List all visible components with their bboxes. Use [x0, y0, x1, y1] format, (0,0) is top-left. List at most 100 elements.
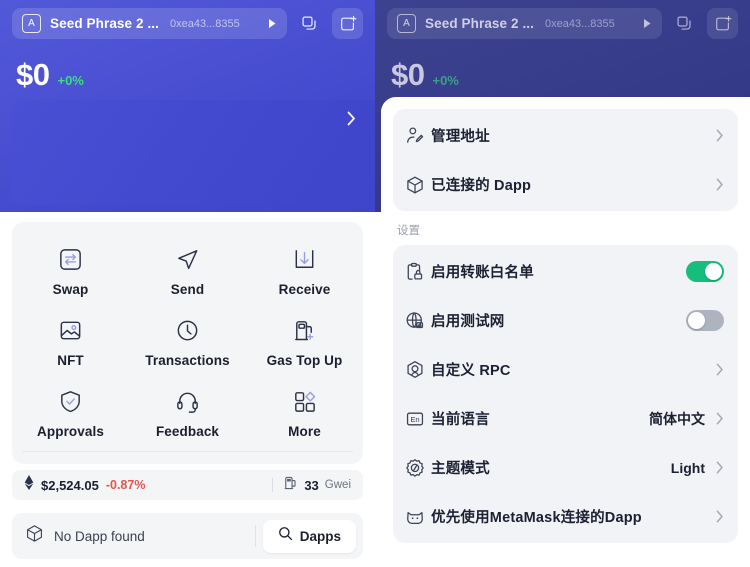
settings-item-label: 主题模式	[431, 461, 490, 477]
shield-check-icon	[57, 387, 84, 415]
settings-item-label: 启用转账白名单	[431, 265, 534, 281]
copy-button[interactable]	[669, 8, 700, 39]
receive-icon	[291, 245, 318, 273]
rpc-node-icon	[405, 360, 431, 380]
cube-icon	[25, 524, 44, 548]
action-label: Feedback	[155, 424, 220, 439]
action-swap[interactable]: Swap	[12, 236, 129, 307]
settings-group: 启用转账白名单 启用测试网 自定义 RPC En 当前语言 简体中文 主题模式 …	[393, 245, 738, 543]
divider	[272, 478, 274, 492]
price-status-bar[interactable]: $2,524.05 -0.87% 33 Gwei	[12, 470, 363, 500]
gas-value: 33	[304, 477, 319, 493]
chevron-right-icon	[716, 461, 724, 474]
gas-group: 33 Gwei	[284, 476, 351, 495]
settings-item-value: 简体中文	[649, 410, 705, 427]
caret-right-icon	[268, 18, 277, 29]
gas-unit: Gwei	[324, 479, 351, 491]
add-account-button[interactable]	[332, 8, 363, 39]
settings-item-label: 启用测试网	[431, 314, 505, 330]
balance-amount: $0	[16, 57, 50, 92]
nft-image-icon	[57, 316, 84, 344]
action-nft[interactable]: NFT	[12, 307, 129, 378]
search-icon	[278, 526, 293, 546]
settings-item-custom-rpc[interactable]: 自定义 RPC	[393, 345, 738, 394]
settings-sheet: 管理地址 已连接的 Dapp 设置 启用转账白名单 启用测试网 自定义 RPC …	[381, 97, 750, 567]
clock-icon	[174, 316, 201, 344]
account-selector[interactable]: A Seed Phrase 2 ... 0xea43...8355	[387, 8, 662, 39]
settings-item-label: 管理地址	[431, 129, 490, 145]
settings-item-manage-address[interactable]: 管理地址	[393, 111, 738, 160]
settings-item-testnet[interactable]: 启用测试网	[393, 296, 738, 345]
action-label: Gas Top Up	[266, 353, 343, 368]
action-receive[interactable]: Receive	[246, 236, 363, 307]
wallet-header: A Seed Phrase 2 ... 0xea43...8355 $0 +0%	[0, 0, 375, 212]
settings-item-connected-dapps[interactable]: 已连接的 Dapp	[393, 160, 738, 209]
settings-item-theme[interactable]: 主题模式 Light	[393, 443, 738, 492]
chevron-right-icon	[716, 178, 724, 191]
toggle-knob	[688, 312, 705, 329]
chevron-right-icon	[716, 363, 724, 376]
action-send[interactable]: Send	[129, 236, 246, 307]
ethereum-icon	[24, 475, 34, 495]
cube-icon	[405, 175, 431, 195]
action-label: Send	[170, 282, 205, 297]
action-feedback[interactable]: Feedback	[129, 378, 246, 449]
action-label: Swap	[52, 282, 89, 297]
headset-icon	[174, 387, 201, 415]
caret-right-icon	[643, 18, 652, 29]
account-group: 管理地址 已连接的 Dapp	[393, 109, 738, 211]
clipboard-lock-icon	[405, 262, 431, 282]
toggle-transfer-whitelist[interactable]	[686, 261, 724, 282]
account-address: 0xea43...8355	[170, 17, 240, 30]
action-approvals[interactable]: Approvals	[12, 378, 129, 449]
wallet-body: Swap Send Receive NFT Transactions Gas T…	[0, 212, 375, 567]
add-account-icon	[714, 15, 732, 33]
metamask-fox-icon	[405, 507, 431, 527]
copy-icon	[301, 15, 318, 32]
action-gas-top-up[interactable]: Gas Top Up	[246, 307, 363, 378]
account-selector[interactable]: A Seed Phrase 2 ... 0xea43...8355	[12, 8, 287, 39]
theme-sun-icon	[405, 458, 431, 478]
settings-item-value: Light	[670, 459, 705, 476]
add-account-button[interactable]	[707, 8, 738, 39]
settings-item-label: 自定义 RPC	[431, 363, 511, 379]
language-en-icon: En	[405, 409, 431, 429]
header-toolbar: A Seed Phrase 2 ... 0xea43...8355	[0, 0, 375, 39]
balance-amount: $0	[391, 57, 425, 92]
account-name: Seed Phrase 2 ...	[50, 16, 160, 31]
promo-banner[interactable]	[11, 100, 375, 205]
toggle-testnet[interactable]	[686, 310, 724, 331]
action-transactions[interactable]: Transactions	[129, 307, 246, 378]
action-row: NFT Transactions Gas Top Up	[12, 307, 363, 378]
settings-item-language[interactable]: En 当前语言 简体中文	[393, 394, 738, 443]
settings-item-label: 优先使用MetaMask连接的Dapp	[431, 510, 642, 526]
copy-button[interactable]	[294, 8, 325, 39]
chevron-right-icon	[716, 129, 724, 142]
action-more[interactable]: More	[246, 378, 363, 449]
action-grid: Swap Send Receive NFT Transactions Gas T…	[12, 222, 363, 464]
avatar: A	[22, 14, 41, 33]
settings-item-transfer-whitelist[interactable]: 启用转账白名单	[393, 247, 738, 296]
divider	[22, 451, 353, 452]
grid-more-icon	[291, 387, 318, 415]
balance-row: $0 +0%	[0, 39, 375, 93]
balance-row: $0 +0%	[375, 39, 750, 93]
avatar: A	[397, 14, 416, 33]
action-label: Approvals	[37, 424, 104, 439]
token-price-group: $2,524.05 -0.87%	[24, 475, 272, 495]
copy-icon	[676, 15, 693, 32]
settings-section-label: 设置	[397, 225, 420, 237]
settings-item-prefer-metamask[interactable]: 优先使用MetaMask连接的Dapp	[393, 492, 738, 541]
swap-icon	[57, 245, 84, 273]
chevron-right-icon	[716, 412, 724, 425]
settings-item-label: 已连接的 Dapp	[431, 178, 532, 194]
dual-panel-screenshot: A Seed Phrase 2 ... 0xea43...8355 $0 +0%…	[0, 0, 750, 567]
header-toolbar: A Seed Phrase 2 ... 0xea43...8355	[375, 0, 750, 39]
action-label: NFT	[57, 353, 84, 368]
action-row: Approvals Feedback More	[12, 378, 363, 449]
dapps-button-label: Dapps	[299, 528, 341, 544]
dapps-button[interactable]: Dapps	[262, 519, 356, 553]
dapp-status-text: No Dapp found	[54, 528, 145, 544]
settings-item-label: 当前语言	[431, 412, 490, 428]
action-row: Swap Send Receive	[12, 236, 363, 307]
